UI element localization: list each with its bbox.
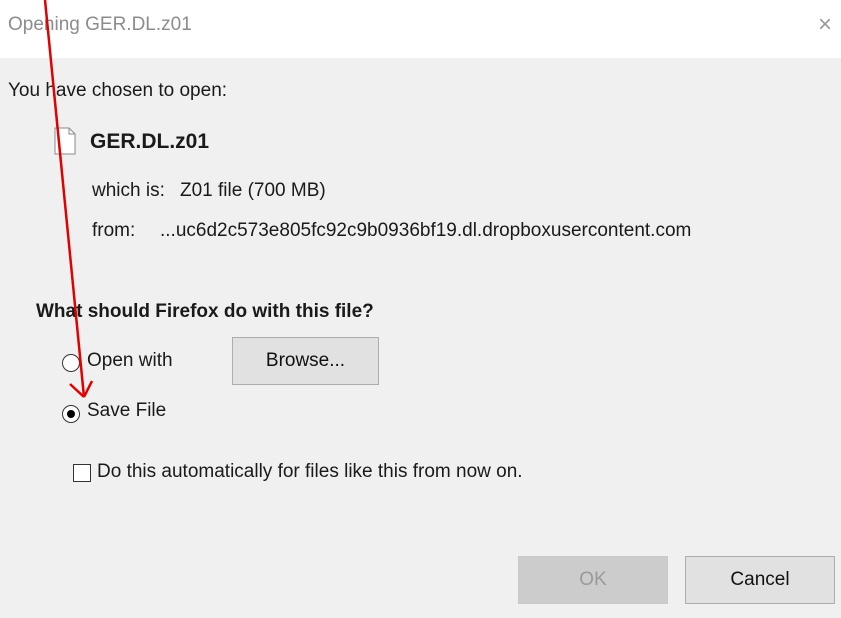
title-bar: Opening GER.DL.z01 × <box>0 0 841 58</box>
open-with-label[interactable]: Open with <box>87 350 173 372</box>
ok-button[interactable]: OK <box>518 556 668 604</box>
auto-checkbox-label[interactable]: Do this automatically for files like thi… <box>97 461 523 483</box>
close-icon[interactable]: × <box>811 10 839 40</box>
save-file-label[interactable]: Save File <box>87 400 166 422</box>
question-heading: What should Firefox do with this file? <box>36 301 374 322</box>
intro-text: You have chosen to open: <box>8 80 228 101</box>
auto-checkbox[interactable] <box>73 464 91 482</box>
file-source-value: ...uc6d2c573e805fc92c9b0936bf19.dl.dropb… <box>160 220 692 241</box>
radio-selected-dot <box>67 410 75 418</box>
file-name: GER.DL.z01 <box>90 130 210 153</box>
browse-button[interactable]: Browse... <box>232 337 379 385</box>
file-type-label: which is: <box>92 180 165 201</box>
dialog-title: Opening GER.DL.z01 <box>8 14 192 35</box>
open-with-radio[interactable] <box>62 354 80 372</box>
file-source-label: from: <box>92 220 136 241</box>
file-type-value: Z01 file (700 MB) <box>180 180 326 201</box>
save-file-radio[interactable] <box>62 405 80 423</box>
cancel-button[interactable]: Cancel <box>685 556 835 604</box>
file-icon <box>54 127 76 155</box>
